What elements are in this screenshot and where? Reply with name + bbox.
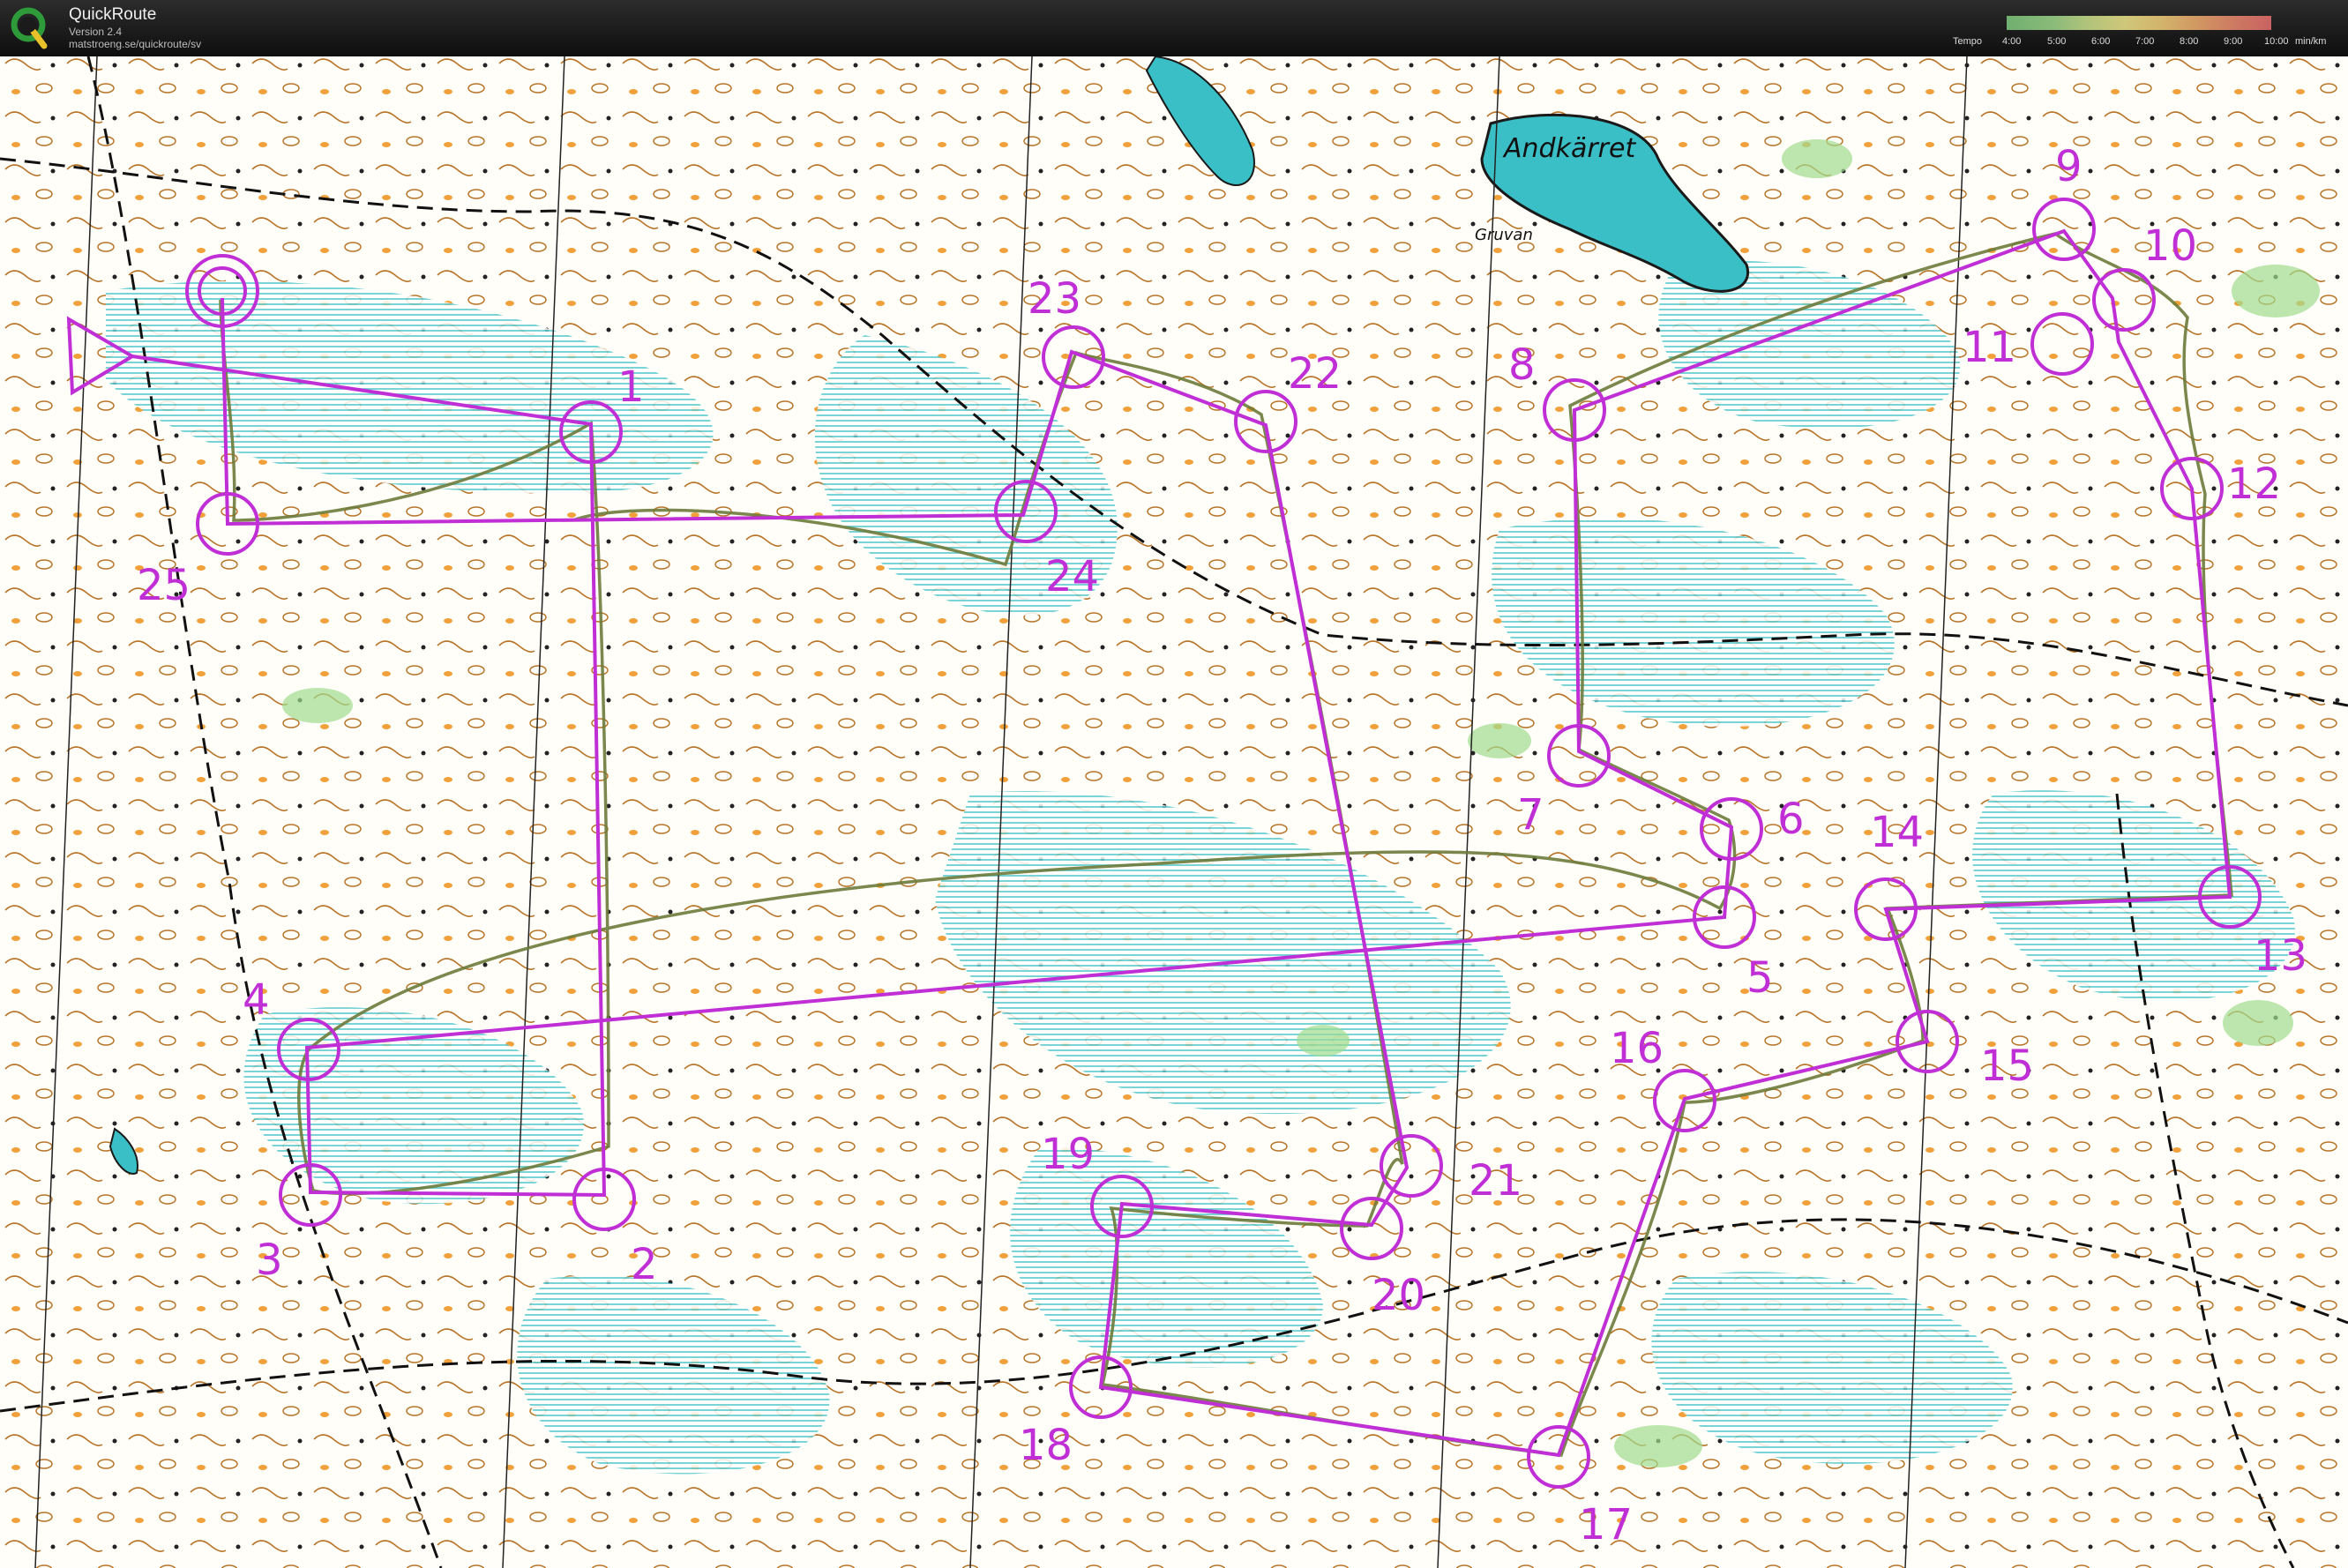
control-number-20: 20: [1372, 1271, 1425, 1320]
tempo-color-bar: [2007, 16, 2271, 30]
control-number-13: 13: [2254, 931, 2307, 981]
tempo-tick: 8:00: [2180, 36, 2199, 47]
control-number-22: 22: [1288, 349, 1342, 399]
control-number-3: 3: [256, 1236, 283, 1285]
control-number-9: 9: [2055, 142, 2083, 191]
control-number-11: 11: [1963, 323, 2016, 372]
tempo-tick: 9:00: [2224, 36, 2243, 47]
orienteering-map[interactable]: 1 2 3 4 5 6 7 8 9 10 11 12 13 14 15 16 1…: [0, 56, 2348, 1568]
tempo-tick: 4:00: [2002, 36, 2022, 47]
control-number-24: 24: [1045, 552, 1099, 601]
control-number-4: 4: [243, 975, 270, 1025]
control-number-15: 15: [1980, 1042, 2034, 1091]
quickroute-logo-icon: [11, 7, 48, 49]
control-number-8: 8: [1508, 340, 1536, 390]
tempo-legend: Tempo 4:00 5:00 6:00 7:00 8:00 9:00 10:0…: [1949, 14, 2337, 51]
tempo-tick: 6:00: [2091, 36, 2111, 47]
tempo-tick: 5:00: [2047, 36, 2067, 47]
control-number-10: 10: [2143, 221, 2197, 271]
control-number-17: 17: [1579, 1500, 1633, 1549]
control-number-19: 19: [1041, 1130, 1095, 1179]
control-number-25: 25: [137, 561, 191, 610]
tempo-tick: 7:00: [2135, 36, 2155, 47]
tempo-label: Tempo: [1953, 36, 1983, 47]
control-number-7: 7: [1517, 790, 1544, 840]
lake-label: Andkärret: [1502, 133, 1636, 164]
control-number-6: 6: [1777, 795, 1805, 844]
map-area[interactable]: 1 2 3 4 5 6 7 8 9 10 11 12 13 14 15 16 1…: [0, 56, 2348, 1568]
control-number-18: 18: [1019, 1421, 1073, 1470]
app-header: QuickRoute Version 2.4 matstroeng.se/qui…: [0, 0, 2348, 56]
control-number-2: 2: [631, 1240, 658, 1289]
tempo-unit: min/km: [2295, 36, 2327, 47]
app-version: Version 2.4: [69, 26, 123, 38]
control-number-16: 16: [1610, 1024, 1664, 1073]
tempo-tick: 10:00: [2264, 36, 2289, 47]
control-number-12: 12: [2227, 459, 2281, 509]
control-number-23: 23: [1028, 274, 1081, 324]
control-number-1: 1: [617, 362, 645, 412]
place-label: Gruvan: [1475, 226, 1533, 244]
app-url: matstroeng.se/quickroute/sv: [69, 38, 202, 50]
app-title: QuickRoute: [69, 5, 157, 24]
control-number-5: 5: [1746, 953, 1774, 1003]
control-number-14: 14: [1870, 808, 1924, 857]
control-number-21: 21: [1469, 1156, 1522, 1206]
